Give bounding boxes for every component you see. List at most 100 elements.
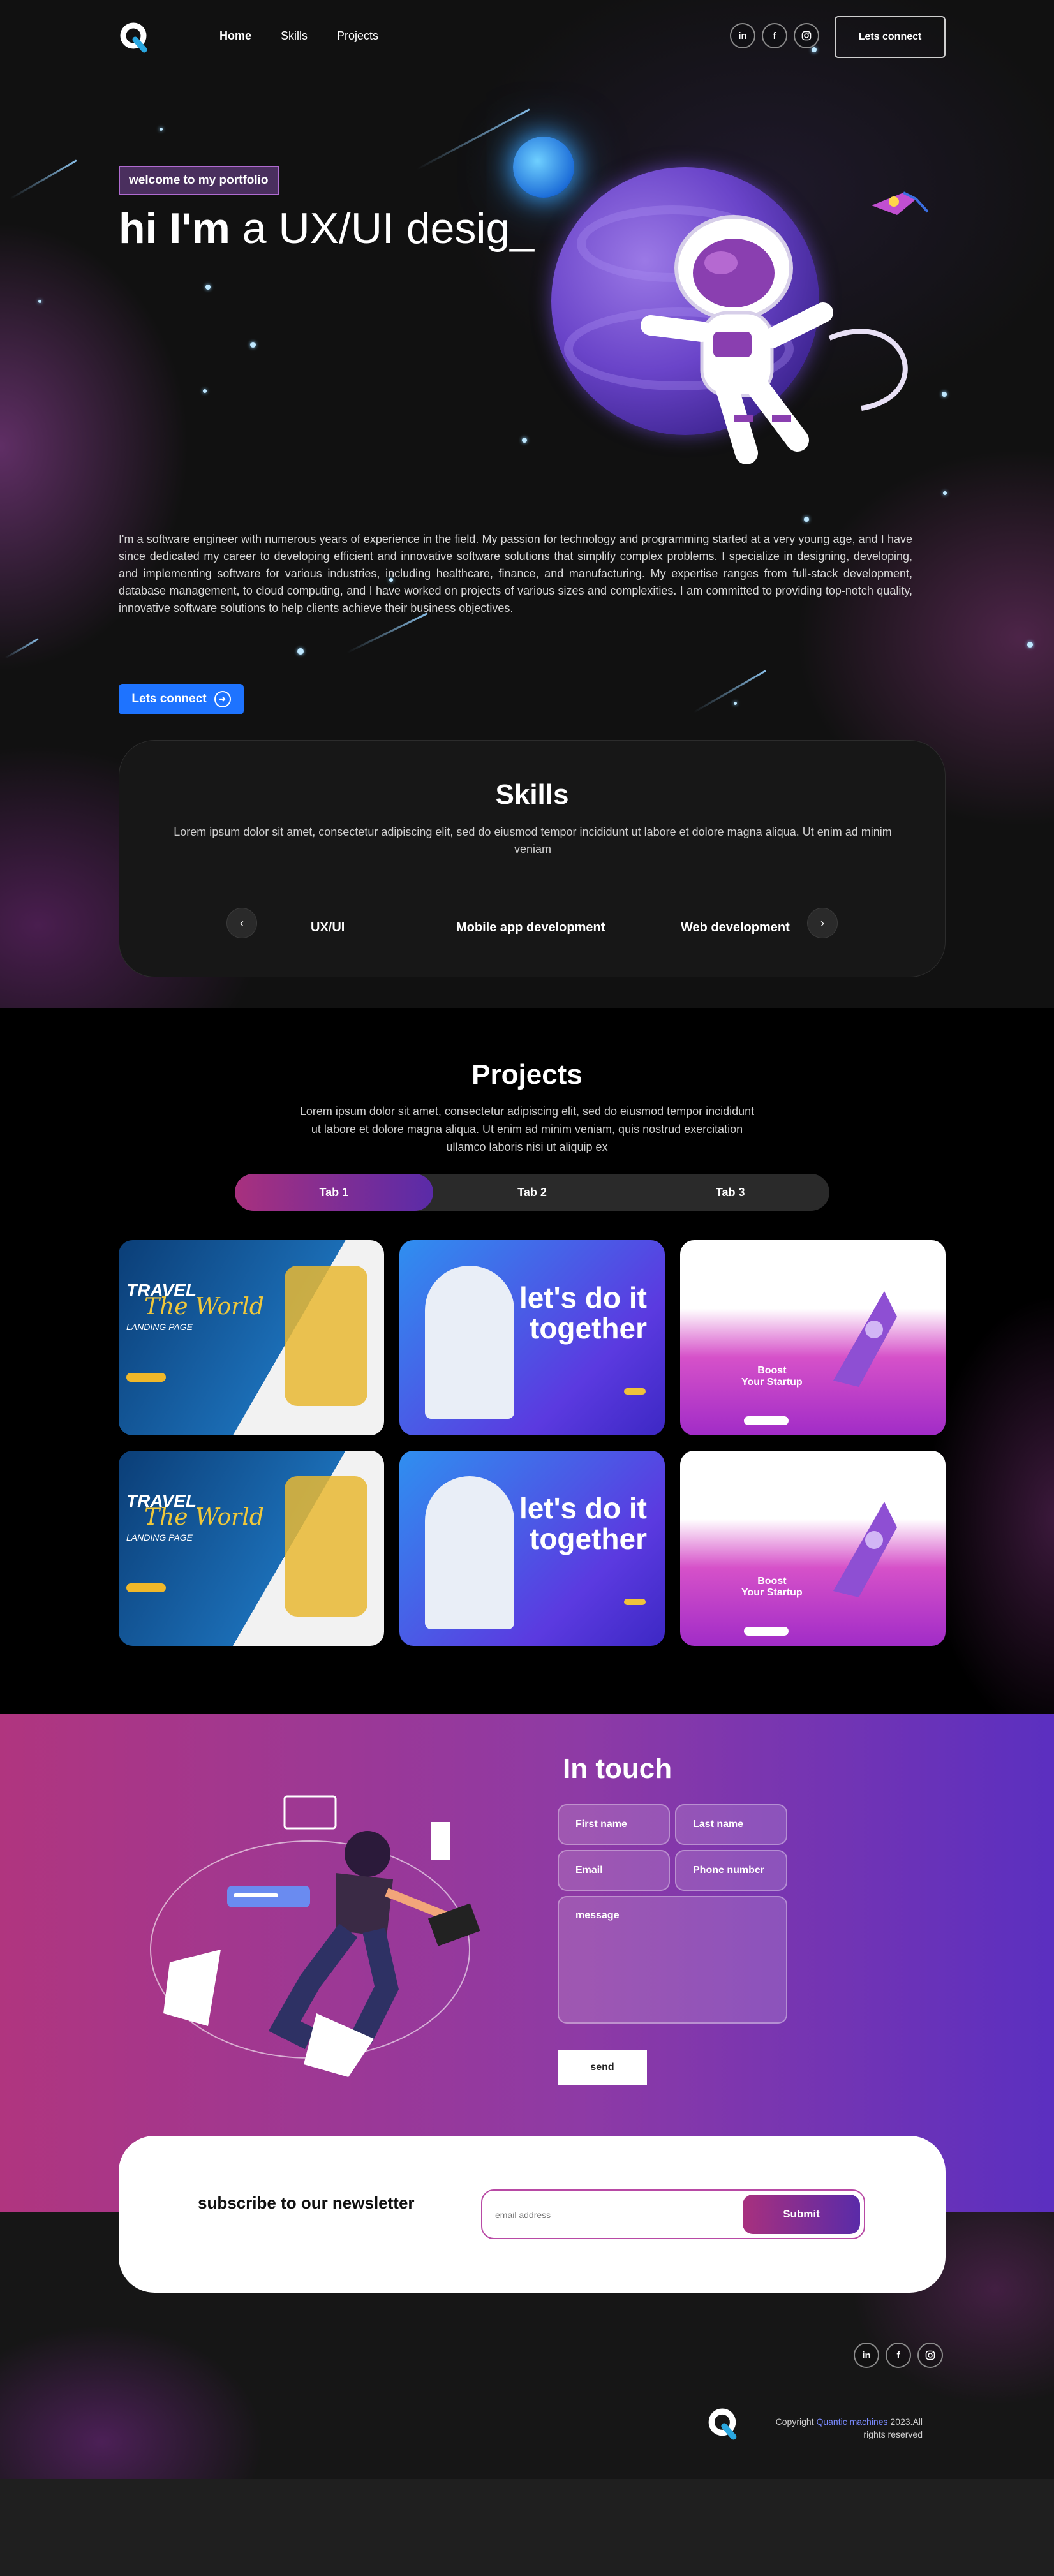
project-card-travel[interactable]: TRAVEL The World LANDING PAGE [119, 1240, 384, 1435]
traveler-photo [285, 1476, 367, 1617]
star [804, 517, 809, 522]
facebook-icon[interactable]: f [886, 2343, 911, 2368]
email-field[interactable] [558, 1850, 670, 1891]
card-startup-line1: Boost [757, 1365, 787, 1376]
skill-item-web: Web development [681, 921, 790, 935]
newsletter-form: Submit [481, 2189, 865, 2239]
star [522, 438, 527, 443]
footer-social-links: in f [854, 2343, 943, 2368]
tab-3[interactable]: Tab 3 [631, 1174, 829, 1211]
first-name-field[interactable] [558, 1804, 670, 1845]
logo-icon[interactable] [119, 22, 151, 54]
carousel-prev-button[interactable]: ‹ [226, 908, 257, 938]
card-together-heading: let's do it together [519, 1282, 647, 1344]
instagram-icon[interactable] [794, 23, 819, 48]
card-travel-button [126, 1583, 166, 1592]
linkedin-icon[interactable]: in [854, 2343, 879, 2368]
card-startup-line1: Boost [757, 1576, 787, 1587]
skills-card: Skills Lorem ipsum dolor sit amet, conse… [119, 740, 946, 977]
star [250, 342, 256, 348]
card-travel-subheading: The World [144, 1504, 264, 1530]
shooting-star [10, 159, 77, 200]
astronaut-illustration [641, 215, 908, 464]
card-together-heading: let's do it together [519, 1493, 647, 1554]
project-card-startup[interactable]: Boost Your Startup [680, 1451, 946, 1646]
nav-link-home[interactable]: Home [219, 29, 251, 43]
card-startup-button [744, 1627, 789, 1636]
project-tabs: Tab 1 Tab 2 Tab 3 [235, 1174, 829, 1211]
hero-title-bold: hi I'm [119, 204, 230, 253]
skill-item-uxui: UX/UI [311, 921, 345, 935]
glowing-moon-illustration [513, 137, 574, 198]
tab-1[interactable]: Tab 1 [235, 1174, 433, 1211]
copyright-prefix: Copyright [775, 2417, 817, 2427]
project-card-together[interactable]: let's do it together [399, 1451, 665, 1646]
project-card-together[interactable]: let's do it together [399, 1240, 665, 1435]
card-together-line2: together [530, 1522, 647, 1555]
instagram-icon[interactable] [917, 2343, 943, 2368]
skills-title: Skills [495, 779, 569, 810]
project-card-travel[interactable]: TRAVEL The World LANDING PAGE [119, 1451, 384, 1646]
card-travel-subheading: The World [144, 1294, 264, 1320]
nav-link-projects[interactable]: Projects [337, 29, 378, 43]
lets-connect-label: Lets connect [131, 692, 207, 706]
newsletter-title: subscribe to our newsletter [198, 2193, 415, 2212]
copyright-brand[interactable]: Quantic machines [816, 2417, 887, 2427]
skills-description: Lorem ipsum dolor sit amet, consectetur … [174, 825, 892, 855]
card-travel-caption: LANDING PAGE [126, 1322, 193, 1332]
hero-title-typed: a UX/UI desig_ [230, 204, 535, 253]
chevron-left-icon: ‹ [240, 916, 244, 929]
facebook-icon[interactable]: f [762, 23, 787, 48]
star [203, 389, 207, 393]
rocket-illustration [833, 1502, 897, 1597]
star [734, 702, 737, 705]
send-button[interactable]: send [558, 2050, 647, 2085]
last-name-field[interactable] [675, 1804, 787, 1845]
star [205, 285, 211, 290]
card-startup-heading: Boost Your Startup [741, 1365, 803, 1388]
hero-section: Home Skills Projects in f Lets connect w… [0, 0, 1054, 1008]
page-bottom-bar [0, 2479, 1054, 2576]
shooting-star [346, 612, 428, 654]
person-photo [425, 1266, 514, 1419]
header-social-links: in f [730, 23, 819, 48]
star [1027, 642, 1033, 648]
message-field[interactable] [558, 1896, 787, 2024]
newsletter-email-input[interactable] [495, 2207, 725, 2223]
contact-title: In touch [563, 1753, 672, 1784]
copyright-text: Copyright Quantic machines 2023.All righ… [758, 2415, 923, 2441]
newsletter-card: subscribe to our newsletter Submit [119, 2136, 946, 2293]
linkedin-icon[interactable]: in [730, 23, 755, 48]
chevron-right-icon: › [820, 916, 824, 929]
header-connect-button[interactable]: Lets connect [835, 16, 946, 58]
person-photo [425, 1476, 514, 1629]
card-together-line2: together [530, 1312, 647, 1345]
hero-title: hi I'm a UX/UI desig_ [119, 203, 534, 254]
star [297, 648, 304, 655]
star [943, 491, 947, 495]
rocket-illustration [833, 1291, 897, 1387]
newsletter-submit-button[interactable]: Submit [743, 2195, 860, 2234]
hero-description: I'm a software engineer with numerous ye… [119, 533, 912, 614]
star [38, 300, 41, 303]
projects-section: Projects Lorem ipsum dolor sit amet, con… [0, 1008, 1054, 1714]
logo-icon[interactable] [707, 2408, 740, 2441]
phone-field[interactable] [675, 1850, 787, 1891]
card-together-line1: let's do it [519, 1492, 647, 1525]
carousel-next-button[interactable]: › [807, 908, 838, 938]
skill-item-mobile: Mobile app development [456, 921, 605, 935]
shooting-star [4, 638, 39, 659]
rocket-icon [872, 191, 929, 215]
projects-title: Projects [471, 1059, 583, 1090]
project-card-startup[interactable]: Boost Your Startup [680, 1240, 946, 1435]
contact-illustration [150, 1795, 480, 2077]
nav-link-skills[interactable]: Skills [281, 29, 308, 43]
lets-connect-button[interactable]: Lets connect ➜ [119, 684, 244, 714]
card-startup-line2: Your Startup [741, 1377, 803, 1388]
tab-2[interactable]: Tab 2 [433, 1174, 632, 1211]
card-startup-line2: Your Startup [741, 1587, 803, 1598]
card-together-button [624, 1388, 646, 1395]
card-startup-button [744, 1416, 789, 1425]
shooting-star [693, 670, 766, 713]
star [942, 392, 947, 397]
